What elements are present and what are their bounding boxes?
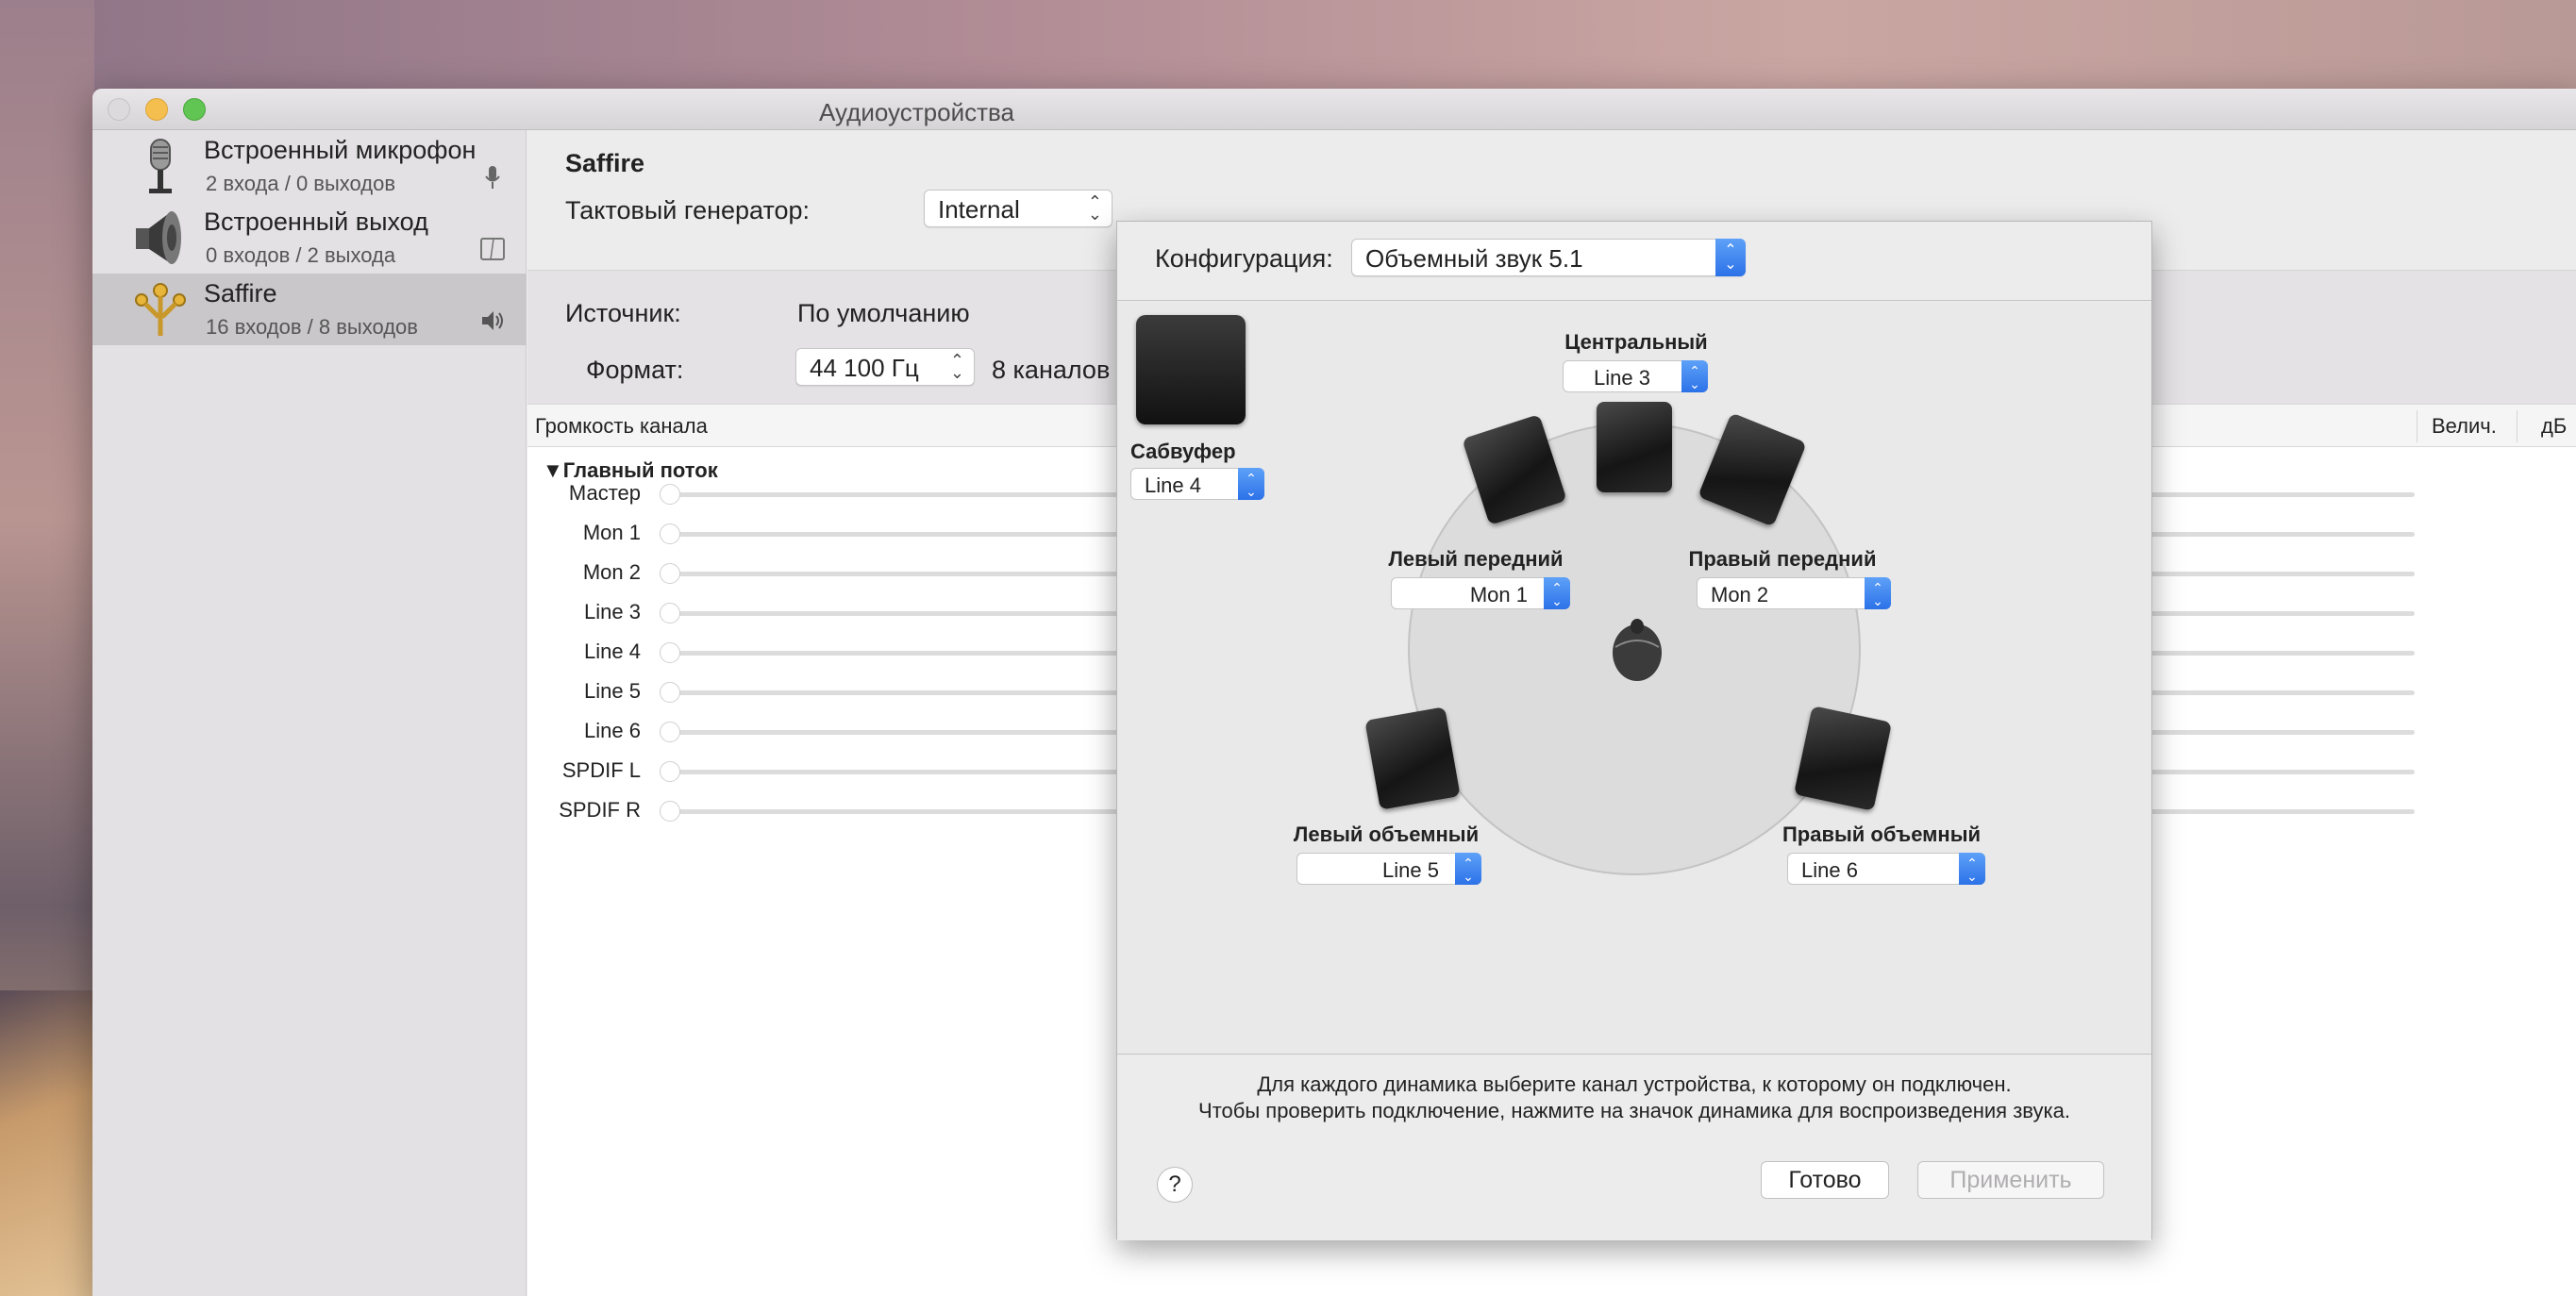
channel-row-label: Мастер — [568, 481, 641, 505]
surround-left-channel: Line 5 — [1382, 858, 1439, 882]
slider-knob[interactable] — [660, 523, 680, 544]
device-item-saffire[interactable]: Saffire 16 входов / 8 выходов — [92, 274, 527, 345]
device-item-builtin-mic[interactable]: Встроенный микрофон 2 входа / 0 выходов — [92, 130, 527, 202]
config-value: Объемный звук 5.1 — [1365, 244, 1583, 273]
slider-knob[interactable] — [660, 484, 680, 505]
desktop-dune — [0, 990, 94, 1296]
device-io: 0 входов / 2 выхода — [206, 243, 396, 267]
device-io: 2 входа / 0 выходов — [206, 172, 396, 195]
chevron-updown-icon: ⌃ ⌄ — [1455, 853, 1481, 885]
channel-row-label: Line 3 — [584, 600, 641, 623]
hint-line-1: Для каждого динамика выберите канал устр… — [1257, 1072, 2012, 1096]
center-channel: Line 3 — [1594, 366, 1650, 390]
speaker-layout: Сабвуфер Line 4 ⌃ ⌄ Центральный Line 3 ⌃ ⌄… — [1117, 302, 2151, 1055]
surround-left-speaker[interactable] — [1364, 706, 1461, 810]
group-label: Главный поток — [562, 458, 718, 482]
listener-head-icon — [1613, 619, 1662, 681]
column-header-db[interactable]: дБ — [2541, 414, 2567, 439]
device-io: 16 входов / 8 выходов — [206, 315, 418, 339]
subwoofer-channel: Line 4 — [1145, 474, 1201, 497]
disclosure-triangle-icon[interactable]: ▼ — [543, 458, 563, 482]
firewire-icon — [135, 283, 186, 336]
subwoofer-channel-select[interactable]: Line 4 ⌃ ⌄ — [1130, 468, 1264, 500]
config-label: Конфигурация: — [1155, 244, 1333, 273]
speaker-icon — [482, 311, 503, 330]
device-sidebar: Встроенный микрофон 2 входа / 0 выходов … — [92, 130, 527, 1296]
slider-knob[interactable] — [660, 642, 680, 663]
source-label: Источник: — [565, 299, 681, 327]
front-left-channel-select[interactable]: Mon 1 ⌃ ⌄ — [1391, 577, 1570, 609]
chevron-updown-icon: ⌃ ⌄ — [1959, 853, 1985, 885]
front-left-label: Левый передний — [1388, 547, 1564, 571]
slider-knob[interactable] — [660, 682, 680, 703]
chevron-updown-icon: ⌃ ⌄ — [1087, 192, 1102, 224]
channel-row-label: SPDIF L — [561, 758, 641, 782]
channel-row-label: Mon 2 — [582, 560, 641, 584]
channel-row-label: Line 5 — [584, 679, 641, 703]
window-title: Аудиоустройства — [819, 98, 1014, 126]
channel-row-label: Line 6 — [584, 719, 641, 742]
device-name: Встроенный микрофон — [204, 136, 477, 164]
surround-right-label: Правый объемный — [1781, 822, 1982, 846]
clock-source-select[interactable]: Internal ⌃ ⌄ — [924, 190, 1112, 227]
help-button[interactable]: ? — [1157, 1167, 1193, 1203]
front-left-channel: Mon 1 — [1469, 583, 1528, 606]
center-label: Центральный — [1564, 330, 1708, 354]
source-value: По умолчанию — [797, 299, 970, 327]
device-item-builtin-output[interactable]: Встроенный выход 0 входов / 2 выхода — [92, 202, 527, 274]
microphone-icon — [485, 166, 500, 189]
chevron-updown-icon: ⌃ ⌄ — [1238, 468, 1264, 500]
chevron-updown-icon: ⌃ ⌄ — [1544, 577, 1570, 609]
center-channel-select[interactable]: Line 3 ⌃ ⌄ — [1563, 360, 1708, 392]
channel-row-label: SPDIF R — [559, 798, 641, 822]
device-title: Saffire — [565, 149, 645, 177]
slider-knob[interactable] — [660, 761, 680, 782]
slider-knob[interactable] — [660, 603, 680, 623]
device-name: Встроенный выход — [204, 208, 428, 236]
chevron-updown-icon: ⌃ ⌄ — [949, 351, 964, 382]
slider-knob[interactable] — [660, 801, 680, 822]
surround-right-channel: Line 6 — [1801, 858, 1858, 882]
subwoofer-label: Сабвуфер — [1130, 440, 1236, 463]
surround-right-speaker[interactable] — [1793, 706, 1893, 811]
group-row-main-stream[interactable]: ▼Главный поток — [543, 458, 718, 483]
apply-button[interactable]: Применить — [1917, 1161, 2104, 1199]
center-speaker[interactable] — [1597, 402, 1672, 492]
front-right-channel-select[interactable]: Mon 2 ⌃ ⌄ — [1697, 577, 1891, 609]
device-name: Saffire — [204, 279, 277, 307]
chevron-updown-icon: ⌃ ⌄ — [1681, 360, 1708, 392]
chevron-updown-icon: ⌃ ⌄ — [1865, 577, 1891, 609]
format-value: 44 100 Гц — [810, 354, 919, 382]
finder-icon — [480, 238, 505, 260]
format-select[interactable]: 44 100 Гц ⌃ ⌄ — [795, 348, 975, 386]
subwoofer-speaker[interactable] — [1136, 315, 1246, 424]
audio-midi-window: Аудиоустройства Встроенный микрофон 2 вх… — [92, 89, 2576, 1296]
column-header-value[interactable]: Велич. — [2432, 414, 2497, 439]
clock-source-label: Тактовый генератор: — [565, 196, 811, 224]
clock-source-value: Internal — [938, 195, 1020, 224]
format-label: Формат: — [586, 356, 684, 384]
slider-knob[interactable] — [660, 563, 680, 584]
speaker-config-sheet: Конфигурация: Объемный звук 5.1 ⌃ ⌄ Сабву… — [1116, 221, 2152, 1240]
channel-row-label: Line 4 — [584, 640, 641, 663]
slider-knob[interactable] — [660, 722, 680, 742]
chevron-updown-icon: ⌃ ⌄ — [1715, 239, 1746, 276]
done-button[interactable]: Готово — [1761, 1161, 1889, 1199]
config-select[interactable]: Объемный звук 5.1 ⌃ ⌄ — [1351, 239, 1746, 276]
format-channels: 8 каналов — [992, 356, 1111, 384]
column-header-volume[interactable]: Громкость канала — [535, 414, 708, 439]
front-right-label: Правый передний — [1688, 547, 1877, 571]
surround-right-channel-select[interactable]: Line 6 ⌃ ⌄ — [1787, 853, 1985, 885]
titlebar: Аудиоустройства — [92, 89, 2576, 130]
config-header: Конфигурация: Объемный звук 5.1 ⌃ ⌄ — [1117, 222, 2151, 301]
surround-left-label: Левый объемный — [1293, 822, 1480, 846]
front-right-channel: Mon 2 — [1711, 583, 1769, 606]
speaker-icon — [136, 211, 181, 264]
hint-line-2: Чтобы проверить подключение, нажмите на … — [1198, 1099, 2070, 1122]
channel-row-label: Mon 1 — [582, 521, 641, 544]
surround-left-channel-select[interactable]: Line 5 ⌃ ⌄ — [1296, 853, 1481, 885]
microphone-icon — [149, 139, 172, 193]
